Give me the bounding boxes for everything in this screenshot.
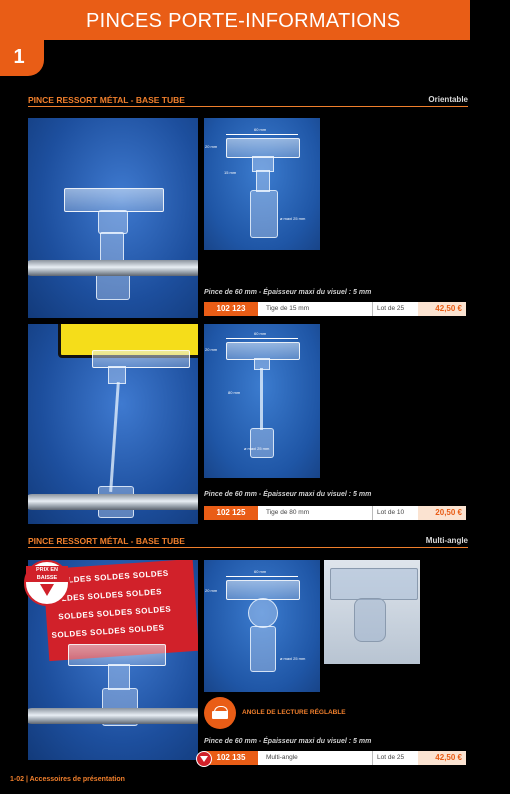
product-diagram-1: 60 mm 20 mm 15 mm ø maxi 25 mm bbox=[204, 118, 320, 250]
product-photo-main-2 bbox=[28, 324, 198, 524]
clip-hinge bbox=[354, 598, 386, 642]
promo-text: SOLDES SOLDES SOLDES bbox=[55, 568, 169, 586]
product-photo-main-1 bbox=[28, 118, 198, 318]
product-diagram-3: 60 mm 20 mm ø maxi 25 mm bbox=[204, 560, 320, 692]
section-tag: Multi-angle bbox=[425, 536, 468, 545]
dim-width: 60 mm bbox=[254, 569, 267, 574]
product-lot: Lot de 25 bbox=[372, 751, 418, 765]
clip-plate bbox=[330, 568, 418, 600]
clip-jaw bbox=[98, 210, 128, 234]
product-detail-photo bbox=[324, 560, 420, 664]
product-diagram-2: 60 mm 20 mm 80 mm ø maxi 25 mm bbox=[204, 324, 320, 478]
dim-height: 20 mm bbox=[205, 588, 218, 593]
product-desc: Tige de 15 mm bbox=[266, 305, 310, 312]
dim-stem: 15 mm bbox=[224, 170, 237, 175]
metal-tube bbox=[28, 708, 198, 724]
dim-width: 60 mm bbox=[254, 331, 267, 336]
section-title: PINCE RESSORT MÉTAL - BASE TUBE bbox=[28, 95, 185, 105]
product-price: 42,50 € bbox=[418, 302, 466, 316]
product-row-3: 102 135 Multi-angle Lot de 25 42,50 € bbox=[204, 751, 466, 765]
section-title: PINCE RESSORT MÉTAL - BASE TUBE bbox=[28, 536, 185, 546]
feature-label: ANGLE DE LECTURE RÉGLABLE bbox=[242, 709, 346, 716]
metal-tube bbox=[28, 494, 198, 510]
clip-stem bbox=[256, 170, 270, 192]
badge-line-2: BAISSE bbox=[36, 575, 58, 581]
metal-tube bbox=[28, 260, 198, 276]
section-tag: Orientable bbox=[428, 95, 468, 104]
clip-plate bbox=[226, 580, 300, 600]
product-caption-2: Pince de 60 mm - Épaisseur maxi du visue… bbox=[204, 491, 372, 498]
price-drop-badge: PRIX EN BAISSE bbox=[24, 560, 70, 606]
section-header-1: PINCE RESSORT MÉTAL - BASE TUBE Orientab… bbox=[28, 95, 468, 109]
clip-plate bbox=[68, 644, 166, 666]
product-price: 20,50 € bbox=[418, 506, 466, 520]
dim-tube: ø maxi 25 mm bbox=[280, 656, 306, 661]
dim-line-width bbox=[226, 576, 298, 577]
product-caption-1: Pince de 60 mm - Épaisseur maxi du visue… bbox=[204, 289, 372, 296]
tube-clamp bbox=[250, 190, 278, 238]
clip-jaw bbox=[108, 664, 130, 690]
product-row-2: 102 125 Tige de 80 mm Lot de 10 20,50 € bbox=[204, 506, 466, 520]
badge-line-1: PRIX EN bbox=[35, 567, 58, 573]
dim-tube: ø maxi 25 mm bbox=[280, 216, 306, 221]
dim-height: 20 mm bbox=[205, 144, 218, 149]
product-price: 42,50 € bbox=[418, 751, 466, 765]
dim-tube: ø maxi 25 mm bbox=[244, 446, 270, 451]
product-lot: Lot de 25 bbox=[372, 302, 418, 316]
arrow-down-icon bbox=[40, 584, 54, 596]
section-divider bbox=[28, 106, 468, 107]
product-ref: 102 123 bbox=[204, 302, 258, 316]
dim-height: 20 mm bbox=[205, 347, 218, 352]
dim-width: 60 mm bbox=[254, 127, 267, 132]
page-title: PINCES PORTE-INFORMATIONS bbox=[86, 10, 401, 32]
clip-hinge bbox=[248, 598, 278, 628]
dim-stem: 80 mm bbox=[228, 390, 241, 395]
clip-plate bbox=[226, 138, 300, 158]
angle-adjust-icon bbox=[204, 697, 236, 729]
clip-rod bbox=[109, 382, 120, 492]
clip-plate bbox=[64, 188, 164, 212]
price-drop-icon bbox=[196, 751, 212, 767]
section-divider bbox=[28, 547, 468, 548]
promo-text: SOLDES SOLDES SOLDES bbox=[51, 623, 165, 640]
product-ref: 102 125 bbox=[204, 506, 258, 520]
product-caption-3: Pince de 60 mm - Épaisseur maxi du visue… bbox=[204, 738, 372, 745]
tube-clamp bbox=[250, 626, 276, 672]
section-header-2: PINCE RESSORT MÉTAL - BASE TUBE Multi-an… bbox=[28, 536, 468, 550]
clip-plate bbox=[92, 350, 190, 368]
tube-clamp bbox=[250, 428, 274, 458]
chapter-tab: 1 bbox=[0, 38, 44, 76]
product-row-1: 102 123 Tige de 15 mm Lot de 25 42,50 € bbox=[204, 302, 466, 316]
product-ref: 102 135 bbox=[204, 751, 258, 765]
page-header-band: PINCES PORTE-INFORMATIONS bbox=[0, 0, 470, 40]
price-drop-text: PRIX EN BAISSE bbox=[26, 566, 68, 582]
product-desc: Tige de 80 mm bbox=[266, 509, 310, 516]
page-footer: 1-02 | Accessoires de présentation bbox=[10, 776, 125, 783]
product-lot: Lot de 10 bbox=[372, 506, 418, 520]
product-desc: Multi-angle bbox=[266, 754, 298, 761]
clip-rod bbox=[260, 368, 263, 430]
promo-text: SOLDES SOLDES SOLDES bbox=[58, 604, 172, 622]
dim-line-width bbox=[226, 134, 298, 135]
dim-line-width bbox=[226, 338, 298, 339]
